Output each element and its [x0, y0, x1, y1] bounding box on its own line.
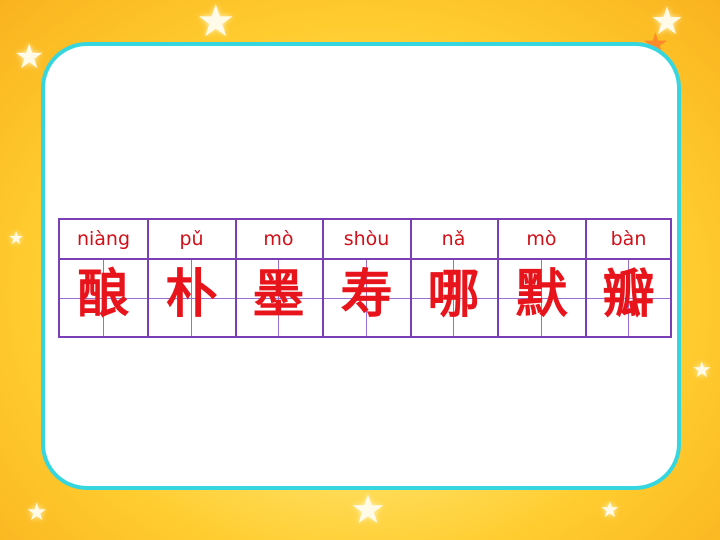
- hanzi-character: 哪: [427, 265, 480, 325]
- pinyin-label: mò: [263, 228, 294, 250]
- pinyin-label: nǎ: [441, 228, 466, 250]
- hanzi-character: 默: [515, 265, 568, 325]
- star-decoration: ★: [692, 358, 712, 383]
- star-decoration: ★: [350, 487, 386, 533]
- pinyin-label: niàng: [76, 228, 131, 250]
- hanzi-character: 酿: [77, 265, 130, 325]
- star-decoration: ★: [26, 498, 48, 526]
- hanzi-character: 朴: [165, 265, 218, 325]
- hanzi-character: 寿: [340, 265, 393, 325]
- pinyin-label: mò: [526, 228, 557, 250]
- character-grid: niàng pǔ mò shòu nǎ mò bàn 酿 朴 墨 寿 哪 默 瓣: [58, 218, 672, 338]
- star-decoration: ★: [196, 0, 236, 47]
- pinyin-label: shòu: [343, 228, 390, 250]
- pinyin-row-divider: [60, 258, 670, 260]
- pinyin-label: pǔ: [179, 228, 204, 250]
- star-decoration: ★: [600, 498, 620, 523]
- hanzi-character: 墨: [252, 265, 305, 325]
- hanzi-character: 瓣: [602, 265, 655, 325]
- star-decoration: ★: [14, 37, 45, 77]
- pinyin-label: bàn: [610, 228, 647, 250]
- star-decoration: ★: [8, 228, 25, 249]
